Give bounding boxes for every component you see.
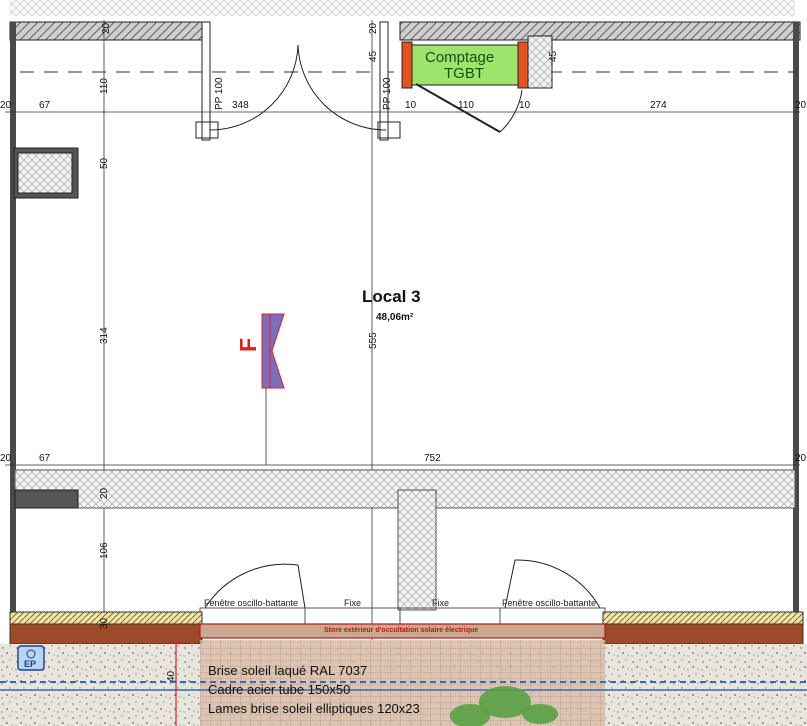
dim-top-mid: 20: [368, 22, 379, 34]
ep-label: EP: [24, 659, 36, 669]
dim-v-106: 106: [99, 542, 110, 559]
left-duct: [13, 147, 79, 199]
meter-label-2: TGBT: [444, 65, 484, 82]
window-left-label: Fenêtre oscillo-battante: [204, 598, 298, 608]
dim-top-45a: 45: [368, 50, 379, 62]
marker-letter: F: [235, 338, 261, 352]
door-left-label: PP 100: [214, 77, 225, 110]
dim-v-20: 20: [99, 487, 110, 499]
note-line-2: Cadre acier tube 150x50: [208, 682, 350, 697]
dim-v-314: 314: [99, 327, 110, 344]
dim-mid-left-20: 20: [0, 453, 12, 464]
room-name: Local 3: [362, 287, 421, 306]
dim-v-555: 555: [368, 332, 379, 349]
window-fixe1-label: Fixe: [344, 598, 361, 608]
window-right-label: Fenêtre oscillo-battante: [502, 598, 596, 608]
note-line-1: Brise soleil laqué RAL 7037: [208, 663, 367, 678]
window-fixe2-label: Fixe: [432, 598, 449, 608]
top-edge-hatch: [10, 0, 795, 16]
dim-top-left: 20: [101, 22, 112, 34]
door-right-label: PP 100: [382, 77, 393, 110]
note-line-3: Lames brise soleil elliptiques 120x23: [208, 701, 420, 716]
middle-wall: [14, 469, 796, 611]
dim-mid-right-20: 20: [795, 453, 807, 464]
dim-v-50: 50: [99, 157, 110, 169]
store-label: Store extérieur d'occultation solaire él…: [324, 627, 478, 634]
vertical-dim-lines: [103, 20, 373, 640]
dim-row-274: 274: [650, 100, 667, 111]
dim-top-45b: 45: [548, 50, 559, 62]
dim-row-348: 348: [232, 100, 249, 111]
dim-v-110: 110: [99, 78, 110, 94]
dim-v-40: 40: [166, 670, 177, 682]
dim-row-left-20: 20: [0, 100, 12, 111]
dim-row-10b: 10: [519, 100, 531, 111]
room-area: 48,06m²: [376, 312, 414, 323]
section-marker: [261, 313, 285, 465]
dim-mid-67: 67: [39, 453, 51, 464]
floor-plan: Local 3 48,06m² Comptage TGBT F EP PP 10…: [0, 0, 807, 726]
dim-row-110: 110: [458, 100, 474, 111]
dim-mid-752: 752: [424, 453, 441, 464]
dim-row-67: 67: [39, 100, 51, 111]
meter-label-1: Comptage: [425, 49, 494, 66]
dim-v-30: 30: [99, 617, 110, 629]
door-left: [195, 21, 401, 141]
top-walls: [9, 21, 801, 41]
dim-row-10a: 10: [405, 100, 417, 111]
dim-row-right-20: 20: [795, 100, 807, 111]
